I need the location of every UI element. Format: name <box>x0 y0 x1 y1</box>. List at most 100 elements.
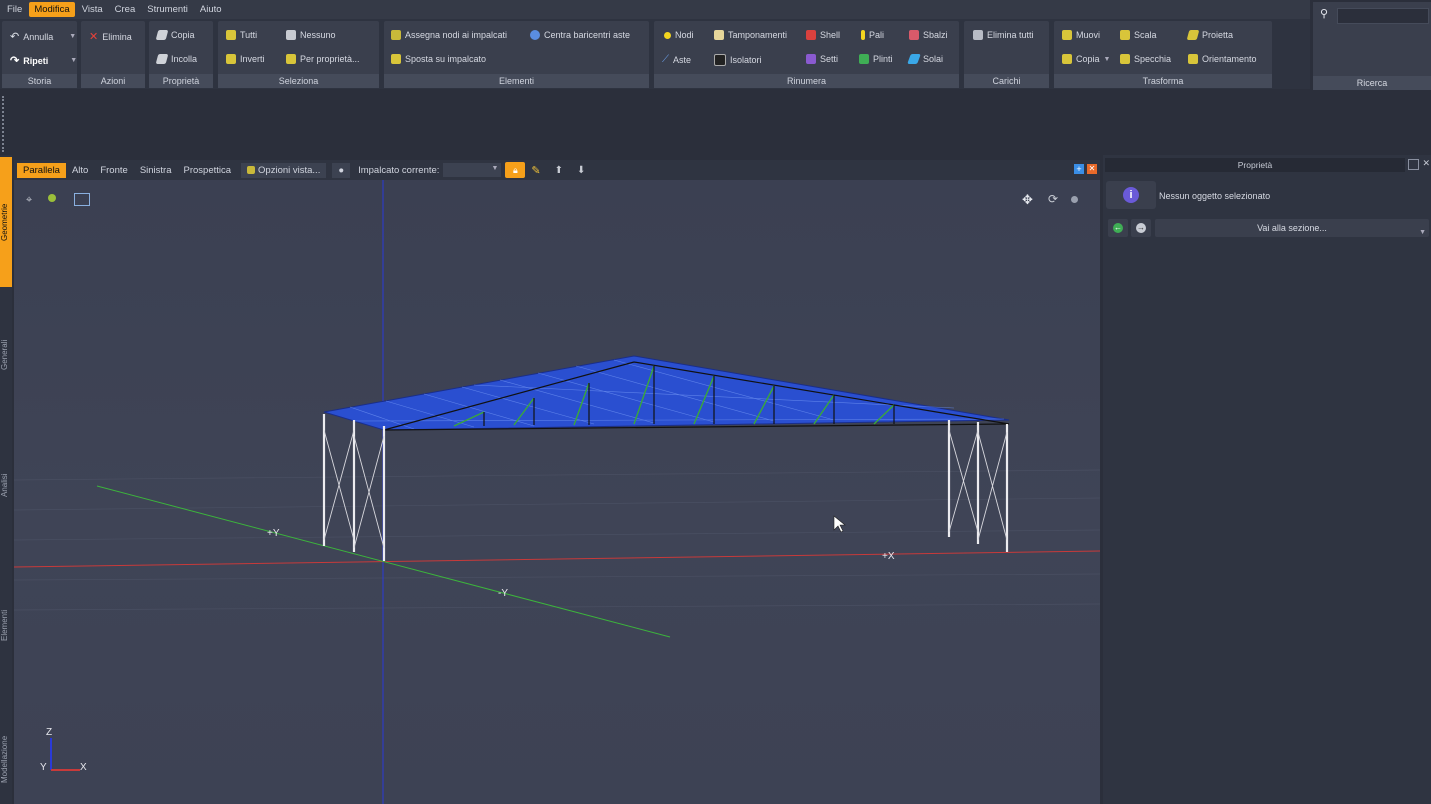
mouse-cursor-icon <box>833 515 846 533</box>
delete-icon: ✕ <box>89 31 99 43</box>
undo-icon: ↶ <box>10 31 20 43</box>
group-label-elementi: Elementi <box>384 74 649 88</box>
forward-arrow-icon: → <box>1136 223 1146 233</box>
assign-nodes-button[interactable]: Assegna nodi ai impalcati <box>391 30 507 40</box>
move-floor-icon <box>391 54 401 64</box>
tab-analisi[interactable]: Analisi <box>0 445 12 525</box>
axis-label-plus-y: +Y <box>267 528 280 539</box>
select-by-property-button[interactable]: Per proprietà... <box>286 54 360 64</box>
renumber-footings-button[interactable]: Plinti <box>859 54 893 64</box>
floor-up-icon[interactable]: ⬆ <box>555 165 563 176</box>
lock-floor-button[interactable]: 🔒︎ <box>505 162 526 178</box>
select-tool-icon[interactable]: ⌖ <box>26 194 32 207</box>
move-button[interactable]: Muovi <box>1062 30 1100 40</box>
group-carichi: Elimina tutti Carichi <box>964 21 1049 88</box>
toolbar-grip[interactable] <box>2 96 6 152</box>
point-tool-icon[interactable] <box>48 194 56 202</box>
renumber-infills-button[interactable]: Tamponamenti <box>714 30 787 40</box>
renumber-bars-button[interactable]: ⟋ Aste <box>662 54 691 65</box>
floor-select[interactable]: ▼ <box>443 163 502 177</box>
paste-button[interactable]: Incolla <box>155 54 197 64</box>
search-panel: ⚲ Ricerca <box>1313 2 1431 90</box>
menu-crea[interactable]: Crea <box>110 2 141 17</box>
renumber-walls-button[interactable]: Setti <box>806 54 838 64</box>
group-label-proprieta: Proprietà <box>149 74 213 88</box>
orientation-button[interactable]: Orientamento <box>1188 54 1257 64</box>
chevron-down-icon[interactable]: ▼ <box>69 33 76 40</box>
select-none-icon <box>286 30 296 40</box>
select-all-icon <box>226 30 236 40</box>
menu-aiuto[interactable]: Aiuto <box>195 2 227 17</box>
scale-icon <box>1120 30 1130 40</box>
chevron-down-icon[interactable]: ▼ <box>1104 56 1111 63</box>
undo-button[interactable]: ↶ Annulla ▼ <box>10 30 76 43</box>
cantilever-icon <box>909 30 919 40</box>
copy-button[interactable]: Copia <box>155 30 195 40</box>
orientation-icon <box>1188 54 1198 64</box>
floor-down-icon[interactable]: ⬇ <box>577 165 585 176</box>
renumber-shell-button[interactable]: Shell <box>806 30 840 40</box>
node-icon <box>664 31 671 39</box>
mirror-button[interactable]: Specchia <box>1120 54 1171 64</box>
search-input[interactable] <box>1337 8 1429 24</box>
display-tool-icon[interactable] <box>74 193 90 206</box>
menu-vista[interactable]: Vista <box>77 2 108 17</box>
renumber-cantilevers-button[interactable]: Sbalzi <box>909 30 948 40</box>
rotate-icon[interactable]: ⟳ <box>1048 192 1058 206</box>
ground-grid <box>14 469 1100 611</box>
chevron-down-icon[interactable]: ▼ <box>70 57 77 64</box>
tab-modellazione[interactable]: Modellazione <box>0 715 12 804</box>
pan-icon[interactable]: ✥ <box>1022 192 1033 208</box>
isolator-icon <box>714 54 726 66</box>
renumber-piles-button[interactable]: Pali <box>861 30 884 40</box>
renumber-slabs-button[interactable]: Solai <box>907 54 943 64</box>
wrench-icon[interactable]: ✎ <box>531 164 540 177</box>
view-extra-button[interactable]: ● <box>332 162 351 178</box>
axis-label-minus-y: -Y <box>498 588 508 599</box>
view-options-button[interactable]: Opzioni vista... <box>241 162 327 178</box>
copy-transform-button[interactable]: Copia ▼ <box>1062 54 1110 64</box>
copy-icon <box>155 30 169 40</box>
view-fronte[interactable]: Fronte <box>94 163 133 178</box>
tab-geometrie[interactable]: Geometrie <box>0 157 12 287</box>
center-bars-button[interactable]: Centra baricentri aste <box>530 30 630 40</box>
zoom-icon[interactable] <box>1071 196 1078 203</box>
view-sinistra[interactable]: Sinistra <box>134 163 178 178</box>
scale-button[interactable]: Scala <box>1120 30 1157 40</box>
search-icon[interactable]: ⚲ <box>1320 7 1328 20</box>
close-panel-icon[interactable]: ✕ <box>1422 158 1430 169</box>
tab-elementi[interactable]: Elementi <box>0 575 12 675</box>
chevron-down-icon: ▼ <box>1419 229 1426 236</box>
shell-icon <box>806 30 816 40</box>
view-parallela[interactable]: Parallela <box>17 162 66 178</box>
renumber-nodes-button[interactable]: Nodi <box>664 30 694 40</box>
select-all-button[interactable]: Tutti <box>226 30 257 40</box>
view-options-icon <box>247 166 256 174</box>
group-trasforma: Muovi Scala Proietta Copia ▼ Specchia Ori… <box>1054 21 1272 88</box>
select-none-button[interactable]: Nessuno <box>286 30 336 40</box>
group-label-rinumera: Rinumera <box>654 74 959 88</box>
forward-button[interactable]: → <box>1131 219 1151 237</box>
project-button[interactable]: Proietta <box>1186 30 1233 40</box>
close-icon[interactable]: ✕ <box>1087 164 1097 174</box>
3d-viewport[interactable]: +Y -Y +X Z Y X ⌖ ✥ ⟳ <box>14 180 1100 804</box>
delete-button[interactable]: ✕ Elimina <box>89 30 132 43</box>
menu-file[interactable]: File <box>2 2 27 17</box>
group-label-storia: Storia <box>2 74 77 88</box>
menu-modifica[interactable]: Modifica <box>29 2 75 17</box>
view-alto[interactable]: Alto <box>66 163 94 178</box>
view-prospettica[interactable]: Prospettica <box>178 163 238 178</box>
float-panel-icon[interactable] <box>1408 159 1419 170</box>
back-button[interactable]: ← <box>1108 219 1128 237</box>
menu-strumenti[interactable]: Strumenti <box>142 2 193 17</box>
wall-icon <box>806 54 816 64</box>
invert-selection-button[interactable]: Inverti <box>226 54 265 64</box>
renumber-isolators-button[interactable]: Isolatori <box>714 54 762 66</box>
delete-all-loads-button[interactable]: Elimina tutti <box>973 30 1034 40</box>
maximize-icon[interactable]: + <box>1074 164 1084 174</box>
move-to-floor-button[interactable]: Sposta su impalcato <box>391 54 486 64</box>
goto-section-dropdown[interactable]: Vai alla sezione... ▼ <box>1155 219 1429 237</box>
nodes-floor-icon <box>391 30 401 40</box>
tab-generali[interactable]: Generali <box>0 305 12 405</box>
redo-button[interactable]: ↷ Ripeti ▼ <box>10 54 77 67</box>
